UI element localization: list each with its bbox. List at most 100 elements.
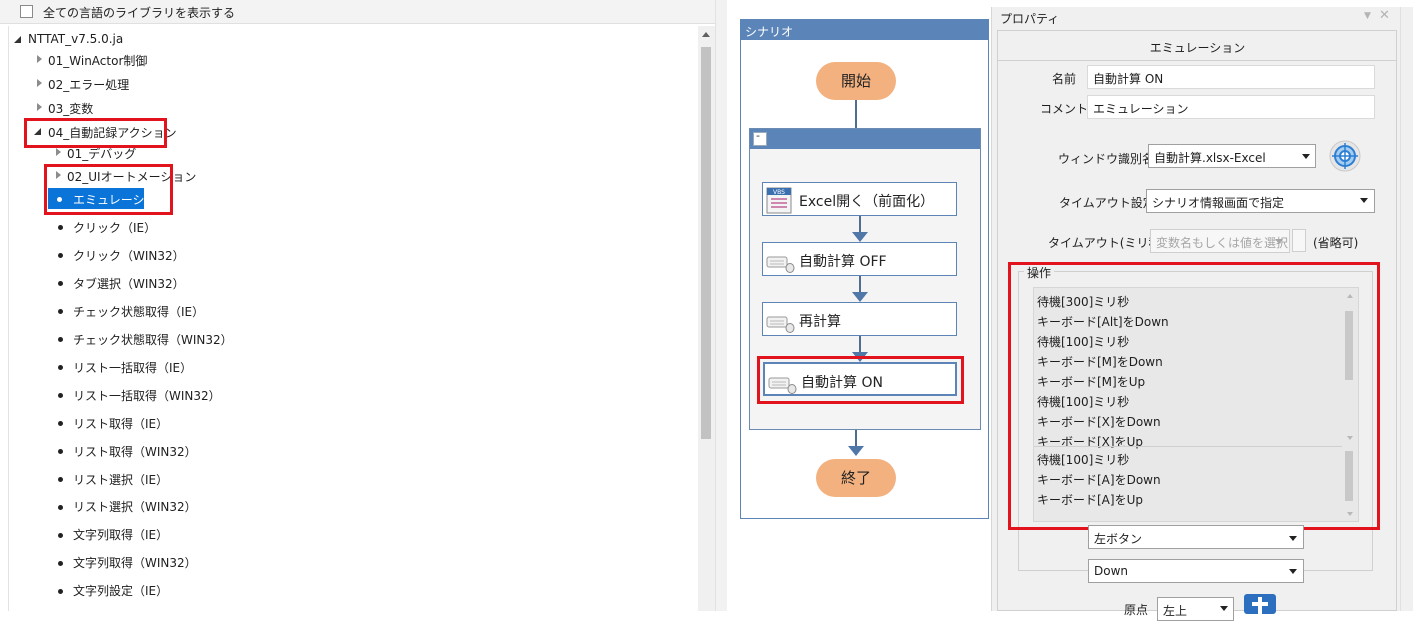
collapsed-arrow-icon[interactable] xyxy=(37,55,42,63)
tree-root-label[interactable]: NTTAT_v7.5.0.ja xyxy=(28,32,123,46)
tree-node-winactor-control[interactable]: 01_WinActor制御 xyxy=(48,52,147,69)
tree-item[interactable]: リスト一括取得（WIN32） xyxy=(73,387,221,404)
tree-item[interactable]: 文字列取得（WIN32） xyxy=(73,554,197,571)
comment-label: コメント xyxy=(1040,102,1089,116)
bullet-icon xyxy=(58,505,63,510)
bullet-icon xyxy=(58,589,63,594)
start-label: 開始 xyxy=(840,72,871,90)
bullet-icon xyxy=(58,309,63,314)
tree-item[interactable]: チェック状態取得（IE） xyxy=(73,303,204,320)
action-auto-calc-off[interactable]: 自動計算 OFF xyxy=(762,242,957,276)
tree-node-error-handling[interactable]: 02_エラー処理 xyxy=(48,76,129,93)
origin-label: 原点 xyxy=(1124,603,1149,617)
mouse-action-value: Down xyxy=(1094,564,1129,578)
keyboard-mouse-icon xyxy=(766,256,795,273)
timeout-setting-value: シナリオ情報画面で指定 xyxy=(1152,196,1285,210)
tree-item[interactable]: リスト選択（WIN32） xyxy=(73,498,197,515)
end-node[interactable]: 終了 xyxy=(816,459,896,497)
tree-item[interactable]: 文字列取得（IE） xyxy=(73,526,168,543)
bullet-icon xyxy=(58,281,63,286)
scroll-up-arrow-icon[interactable] xyxy=(702,32,710,37)
add-operation-button[interactable] xyxy=(1244,594,1276,614)
divider xyxy=(998,60,1396,61)
bullet-icon xyxy=(58,449,63,454)
properties-title: プロパティ xyxy=(1000,12,1060,26)
flow-connector xyxy=(855,100,857,128)
collapse-group-label: - xyxy=(756,129,760,142)
bullet-icon xyxy=(58,561,63,566)
arrow-down-icon xyxy=(848,446,864,456)
show-all-languages-label[interactable]: 全ての言語のライブラリを表示する xyxy=(43,4,235,21)
show-all-languages-checkbox[interactable] xyxy=(20,5,33,18)
window-id-value: 自動計算.xlsx-Excel xyxy=(1154,151,1266,165)
window-id-select[interactable]: 自動計算.xlsx-Excel xyxy=(1148,144,1316,168)
comment-field[interactable]: エミュレーション xyxy=(1087,95,1375,119)
action-recalculate[interactable]: 再計算 xyxy=(762,302,957,336)
window-id-label: ウィンドウ識別名 xyxy=(1058,152,1155,166)
keyboard-mouse-icon xyxy=(766,316,795,333)
properties-scrollbar[interactable] xyxy=(1400,7,1413,611)
chevron-down-icon[interactable] xyxy=(1360,198,1368,203)
tree-item[interactable]: チェック状態取得（WIN32） xyxy=(73,331,233,348)
chevron-down-icon[interactable] xyxy=(1302,154,1310,159)
panel-splitter[interactable] xyxy=(715,0,727,611)
timeout-spinner[interactable] xyxy=(1292,229,1306,252)
chevron-down-icon[interactable] xyxy=(1289,569,1297,574)
timeout-ms-select[interactable]: 変数名もしくは値を選択 xyxy=(1150,229,1290,253)
bullet-icon xyxy=(58,421,63,426)
tree-item[interactable]: リスト一括取得（IE） xyxy=(73,359,192,376)
tree-item[interactable]: 文字列設定（IE） xyxy=(73,582,168,599)
arrow-down-icon xyxy=(852,292,868,302)
highlight-box xyxy=(757,356,964,404)
collapsed-arrow-icon[interactable] xyxy=(37,103,42,111)
svg-text:VBS: VBS xyxy=(773,189,785,196)
bullet-icon xyxy=(58,533,63,538)
tree-item[interactable]: リスト取得（IE） xyxy=(73,415,168,432)
action-label: 自動計算 OFF xyxy=(799,254,887,270)
highlight-box xyxy=(44,164,173,215)
tree-item[interactable]: タブ選択（WIN32） xyxy=(73,275,185,292)
start-node[interactable]: 開始 xyxy=(816,62,896,100)
scenario-title: シナリオ xyxy=(745,25,794,39)
bullet-icon xyxy=(58,393,63,398)
arrow-down-icon xyxy=(852,232,868,242)
highlight-box xyxy=(1008,262,1380,530)
tree-item[interactable]: リスト取得（WIN32） xyxy=(73,443,197,460)
timeout-ms-placeholder: 変数名もしくは値を選択 xyxy=(1156,236,1289,250)
optional-label: (省略可) xyxy=(1313,236,1359,250)
chevron-down-icon[interactable]: ▼ xyxy=(1364,11,1374,21)
bullet-icon xyxy=(58,365,63,370)
group-header xyxy=(750,129,980,149)
timeout-setting-label: タイムアウト設定 xyxy=(1059,196,1155,210)
bullet-icon xyxy=(58,477,63,482)
collapsed-arrow-icon[interactable] xyxy=(37,79,42,87)
close-icon[interactable]: ✕ xyxy=(1379,8,1390,23)
chevron-down-icon[interactable] xyxy=(1289,536,1297,541)
tree-item[interactable]: リスト選択（IE） xyxy=(73,471,168,488)
tree-item[interactable]: クリック（IE） xyxy=(73,219,156,236)
highlight-box xyxy=(24,118,167,148)
collapsed-arrow-icon[interactable] xyxy=(56,148,61,156)
name-label: 名前 xyxy=(1052,72,1077,86)
end-label: 終了 xyxy=(840,469,871,487)
library-tree-scroll-thumb[interactable] xyxy=(701,47,711,439)
vbs-script-icon: VBS xyxy=(766,187,792,214)
mouse-action-select[interactable]: Down xyxy=(1088,559,1304,583)
chevron-down-icon[interactable] xyxy=(1220,606,1228,611)
name-field[interactable]: 自動計算 ON xyxy=(1087,65,1375,89)
mouse-button-value: 左ボタン xyxy=(1094,532,1143,546)
origin-value: 左上 xyxy=(1163,604,1188,618)
tree-item[interactable]: クリック（WIN32） xyxy=(73,247,185,264)
tree-node-variables[interactable]: 03_変数 xyxy=(48,100,93,117)
timeout-ms-label: タイムアウト(ミリ秒) xyxy=(1048,236,1166,250)
properties-section-title: エミュレーション xyxy=(1149,41,1246,55)
bullet-icon xyxy=(58,225,63,230)
chevron-down-icon[interactable] xyxy=(1275,239,1283,244)
bullet-icon xyxy=(58,337,63,342)
timeout-setting-select[interactable]: シナリオ情報画面で指定 xyxy=(1146,189,1375,213)
mouse-button-select[interactable]: 左ボタン xyxy=(1088,525,1304,549)
window-target-icon[interactable] xyxy=(1329,140,1361,172)
action-excel-open[interactable]: VBS Excel開く（前面化） xyxy=(762,182,957,216)
action-label: 再計算 xyxy=(799,314,841,330)
bullet-icon xyxy=(58,253,63,258)
